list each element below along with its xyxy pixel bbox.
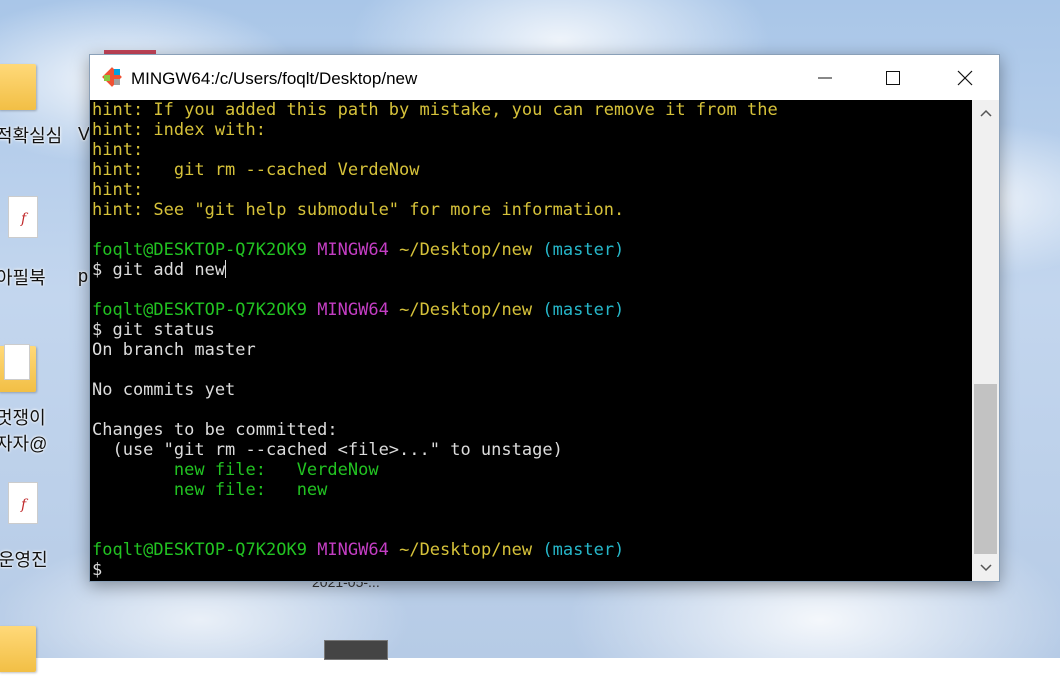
terminal-prompt: foqlt@DESKTOP-Q7K2OK9 MINGW64 ~/Desktop/… — [92, 300, 624, 320]
desktop-label[interactable]: 아필북 — [0, 264, 46, 290]
git-bash-icon — [102, 67, 122, 87]
git-bash-window[interactable]: MINGW64:/c/Users/foqlt/Desktop/new hint:… — [89, 54, 1000, 582]
desktop-background: 적확실심 V 𝑓 아필북 p 멋쟁이 자자@ 𝑓 운영진 2021-05-...… — [0, 0, 1060, 672]
command-text: $ git add new — [92, 260, 226, 280]
desktop-label[interactable]: 멋쟁이 — [0, 404, 46, 430]
desktop-label[interactable]: 운영진 — [0, 546, 48, 572]
prompt-branch: (master) — [542, 300, 625, 320]
scroll-down-button[interactable] — [972, 555, 999, 581]
close-icon — [957, 70, 973, 85]
title-bar[interactable]: MINGW64:/c/Users/foqlt/Desktop/new — [90, 55, 999, 100]
terminal-command: $ git add new — [92, 260, 227, 280]
close-button[interactable] — [930, 55, 1000, 100]
desktop-label[interactable]: 자자@ — [0, 430, 47, 456]
pdf-file-icon[interactable]: 𝑓 — [0, 196, 40, 252]
desktop-label: p — [78, 266, 89, 286]
terminal-line: Changes to be committed: — [92, 420, 338, 440]
terminal-line: hint: git rm --cached VerdeNow — [92, 160, 420, 180]
terminal-line: new file: VerdeNow — [92, 460, 379, 480]
prompt-env: MINGW64 — [317, 540, 389, 560]
terminal-input-line[interactable]: $ — [92, 560, 102, 580]
scroll-up-button[interactable] — [972, 100, 999, 126]
terminal-line: hint: See "git help submodule" for more … — [92, 200, 625, 220]
terminal-prompt: foqlt@DESKTOP-Q7K2OK9 MINGW64 ~/Desktop/… — [92, 540, 624, 560]
pdf-file-icon[interactable]: 𝑓 — [0, 482, 40, 538]
prompt-path: ~/Desktop/new — [399, 300, 533, 320]
terminal-line: On branch master — [92, 340, 256, 360]
desktop-label[interactable]: 적확실심 — [0, 122, 62, 148]
terminal-line: hint: — [92, 180, 144, 200]
prompt-user: foqlt@DESKTOP-Q7K2OK9 — [92, 240, 307, 260]
terminal-line: hint: If you added this path by mistake,… — [92, 100, 778, 120]
prompt-branch: (master) — [542, 540, 625, 560]
prompt-path: ~/Desktop/new — [399, 540, 533, 560]
terminal-line: No commits yet — [92, 380, 236, 400]
prompt-branch: (master) — [542, 240, 625, 260]
maximize-icon — [886, 70, 900, 85]
terminal-line: new file: new — [92, 480, 328, 500]
terminal-line: hint: index with: — [92, 120, 266, 140]
terminal-line: (use "git rm --cached <file>..." to unst… — [92, 440, 563, 460]
minimize-button[interactable] — [790, 55, 860, 100]
terminal-prompt: foqlt@DESKTOP-Q7K2OK9 MINGW64 ~/Desktop/… — [92, 240, 624, 260]
chevron-up-icon — [979, 109, 992, 117]
maximize-button[interactable] — [858, 55, 928, 100]
minimize-icon — [818, 77, 832, 78]
scroll-thumb[interactable] — [974, 384, 997, 554]
window-title: MINGW64:/c/Users/foqlt/Desktop/new — [131, 69, 418, 88]
terminal-output[interactable]: hint: If you added this path by mistake,… — [90, 100, 972, 581]
prompt-env: MINGW64 — [317, 240, 389, 260]
prompt-env: MINGW64 — [317, 300, 389, 320]
prompt-user: foqlt@DESKTOP-Q7K2OK9 — [92, 300, 307, 320]
folder-icon[interactable] — [0, 58, 38, 114]
text-cursor — [225, 260, 227, 278]
vertical-scrollbar[interactable] — [972, 100, 999, 581]
prompt-user: foqlt@DESKTOP-Q7K2OK9 — [92, 540, 307, 560]
prompt-path: ~/Desktop/new — [399, 240, 533, 260]
terminal-line: hint: — [92, 140, 144, 160]
video-thumbnail-icon[interactable] — [324, 640, 388, 660]
chevron-down-icon — [979, 564, 992, 572]
folder-icon[interactable] — [0, 620, 38, 676]
folder-icon[interactable] — [0, 340, 38, 396]
terminal-command: $ git status — [92, 320, 215, 340]
